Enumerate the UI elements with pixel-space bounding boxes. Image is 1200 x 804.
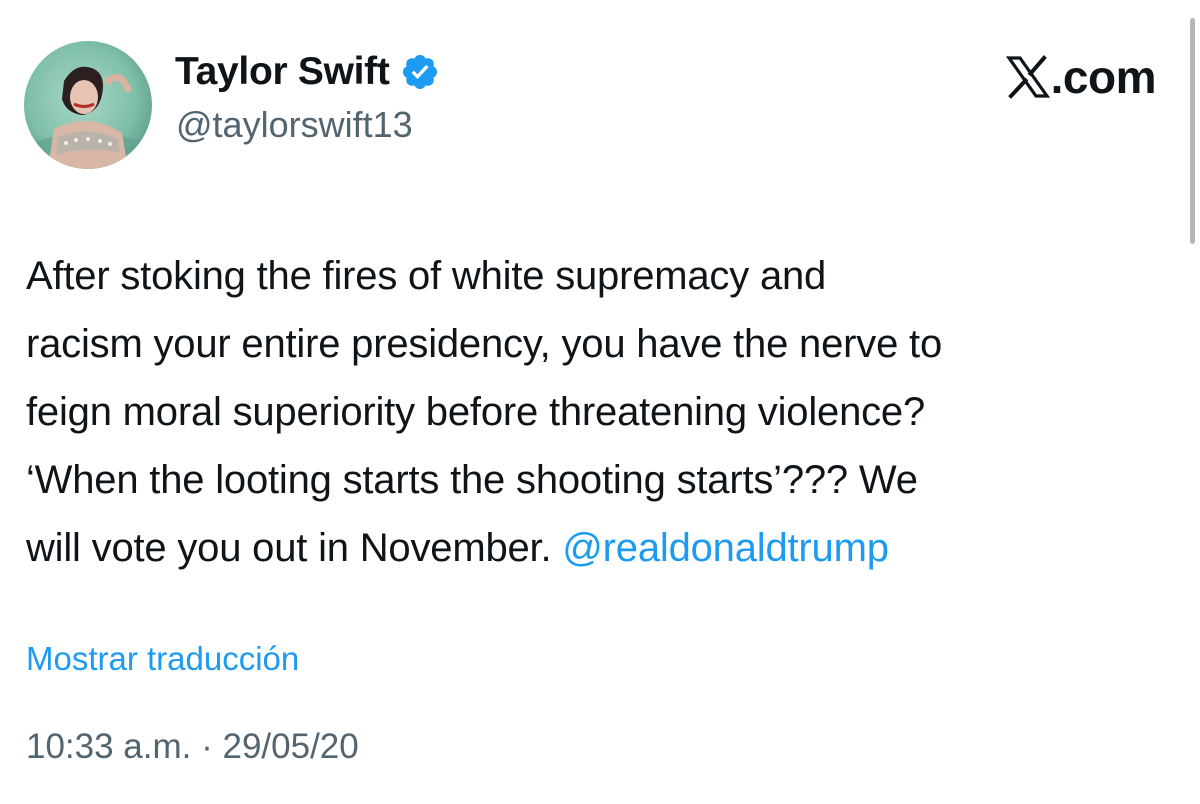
tweet-text-line: racism your entire presidency, you have … — [26, 322, 942, 366]
tweet-text-line: feign moral superiority before threateni… — [26, 390, 926, 434]
tweet-timestamp[interactable]: 10:33 a.m. · 29/05/20 — [26, 727, 359, 767]
scrollbar[interactable] — [1190, 18, 1195, 244]
avatar-image — [24, 41, 152, 169]
name-row: Taylor Swift — [175, 46, 440, 98]
user-handle[interactable]: @taylorswift13 — [176, 104, 413, 146]
mention-link[interactable]: @realdonaldtrump — [562, 526, 889, 570]
avatar[interactable] — [24, 41, 152, 169]
tweet-text-line: After stoking the fires of white suprema… — [26, 254, 827, 298]
tweet-card: Taylor Swift @taylorswift13 .com After s… — [0, 0, 1200, 804]
verified-badge-icon — [400, 52, 440, 92]
x-logo-icon — [1005, 54, 1050, 100]
brand-watermark: .com — [1005, 50, 1157, 104]
tweet-text-segment: will vote you out in November. — [26, 526, 563, 570]
tweet-text-line: ‘When the looting starts the shooting st… — [26, 458, 918, 502]
tweet-text: After stoking the fires of white suprema… — [26, 242, 1186, 582]
tweet-text-line: will vote you out in November. @realdona… — [26, 514, 1186, 582]
brand-label: .com — [1050, 51, 1157, 103]
show-translation-link[interactable]: Mostrar traducción — [26, 640, 299, 678]
display-name[interactable]: Taylor Swift — [175, 50, 390, 94]
